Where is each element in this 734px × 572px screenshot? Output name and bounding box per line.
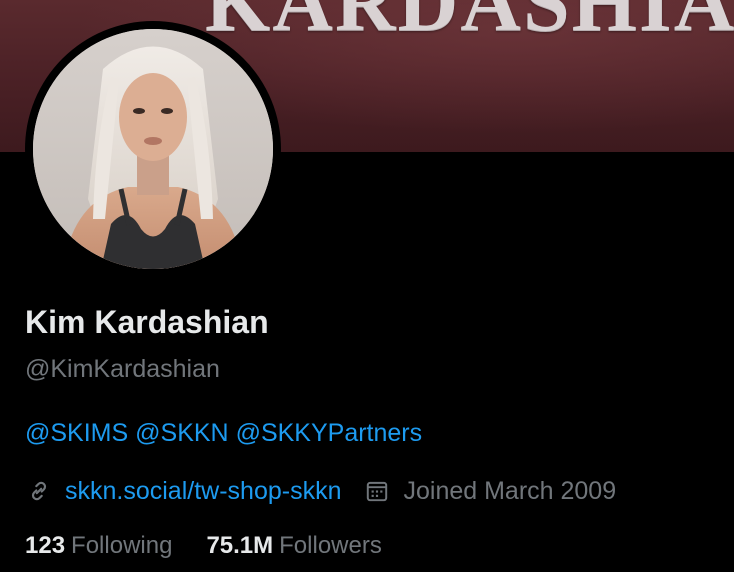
website-link[interactable]: skkn.social/tw-shop-skkn (65, 477, 341, 506)
bio-mention-skkypartners[interactable]: @SKKYPartners (236, 419, 423, 447)
joined-date: Joined March 2009 (403, 476, 617, 505)
profile-name: Kim Kardashian (25, 304, 269, 340)
profile-handle: @KimKardashian (25, 355, 220, 383)
avatar-image (33, 29, 273, 269)
followers-label: Followers (279, 532, 382, 559)
following-count: 123 (25, 532, 66, 559)
bio-mention-skims[interactable]: @SKIMS (25, 419, 128, 447)
following-label: Following (71, 532, 173, 559)
profile-page: KARDASHIAN (0, 0, 734, 572)
profile-stats: 123 Following 75.1M Followers (25, 532, 416, 560)
followers-count-link[interactable]: 75.1M Followers (206, 532, 381, 560)
bio-mention-skkn[interactable]: @SKKN (135, 419, 228, 447)
following-count-link[interactable]: 123 Following (25, 532, 172, 560)
followers-count: 75.1M (206, 532, 274, 559)
profile-meta: skkn.social/tw-shop-skkn Joined March 20… (25, 476, 616, 506)
avatar[interactable] (33, 29, 273, 269)
avatar-ring (25, 21, 281, 277)
banner-title: KARDASHIAN (205, 0, 734, 49)
link-icon (25, 477, 53, 505)
calendar-icon (363, 477, 391, 505)
profile-bio: @SKIMS @SKKN @SKKYPartners (25, 419, 422, 448)
